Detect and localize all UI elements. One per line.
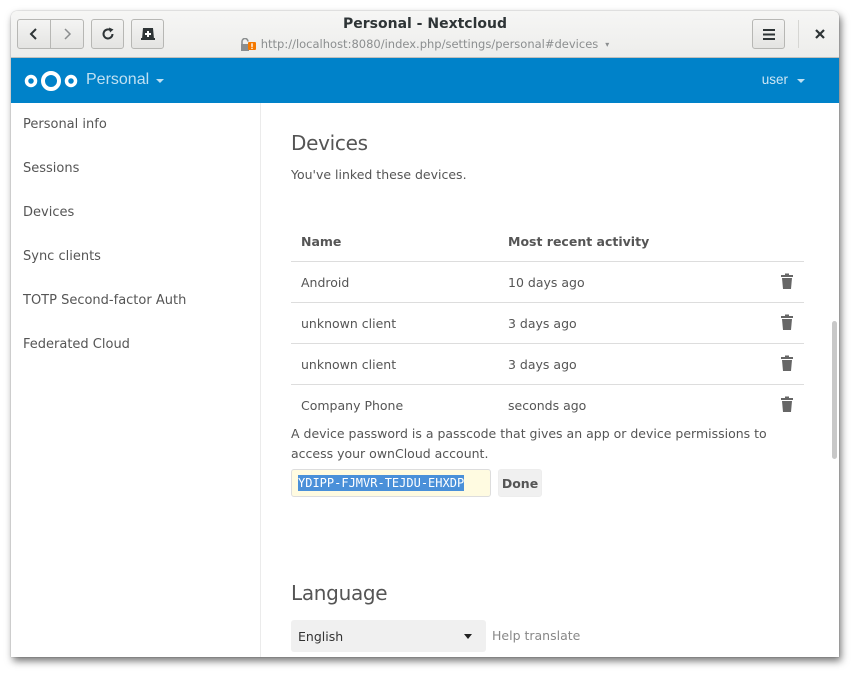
device-password-explanation: A device password is a passcode that giv… xyxy=(291,426,767,461)
caret-down-icon xyxy=(156,79,165,83)
close-window-button[interactable] xyxy=(805,19,835,49)
devices-description: You've linked these devices. xyxy=(291,167,467,182)
settings-sidebar: Personal info Sessions Devices Sync clie… xyxy=(11,103,261,657)
table-header-row: Name Most recent activity xyxy=(291,221,804,262)
device-name: unknown client xyxy=(291,343,498,385)
device-activity: 3 days ago xyxy=(498,302,760,344)
trash-icon[interactable] xyxy=(780,396,794,412)
language-title: Language xyxy=(291,581,388,605)
language-selected: English xyxy=(298,628,344,644)
nextcloud-header: Personal user xyxy=(11,58,839,103)
table-row: unknown client 3 days ago xyxy=(291,343,804,385)
device-name: Company Phone xyxy=(301,397,404,413)
column-header-name: Name xyxy=(291,221,498,262)
title-bar: Personal - Nextcloud http://localhost:80… xyxy=(11,11,839,58)
done-button[interactable]: Done xyxy=(498,469,542,497)
caret-down-icon xyxy=(797,78,805,83)
table-row: Company Phone seconds ago xyxy=(291,385,804,426)
table-row: Android 10 days ago xyxy=(291,261,804,303)
devices-title: Devices xyxy=(291,131,368,155)
close-icon xyxy=(815,29,825,39)
table-row: unknown client 3 days ago xyxy=(291,302,804,344)
nextcloud-logo-icon[interactable] xyxy=(24,69,78,93)
column-header-activity: Most recent activity xyxy=(498,221,760,262)
window-title: Personal - Nextcloud xyxy=(342,16,508,32)
delete-cell xyxy=(760,343,804,385)
sidebar-item-federated-cloud[interactable]: Federated Cloud xyxy=(11,323,260,367)
sidebar-item-devices[interactable]: Devices xyxy=(11,191,260,235)
hamburger-icon xyxy=(762,28,775,40)
trash-icon[interactable] xyxy=(780,273,794,289)
page-scrollbar[interactable] xyxy=(832,321,837,459)
language-select[interactable]: English xyxy=(291,620,486,652)
device-name: Android xyxy=(291,261,498,303)
delete-cell xyxy=(760,385,804,426)
device-activity: seconds ago xyxy=(508,397,587,413)
devices-table: Name Most recent activity Android 10 day… xyxy=(291,221,804,425)
browser-menu-button[interactable] xyxy=(752,19,785,49)
app-menu[interactable]: Personal xyxy=(86,71,165,89)
app-name: Personal xyxy=(86,71,150,88)
sidebar-item-totp[interactable]: TOTP Second-factor Auth xyxy=(11,279,260,323)
delete-cell xyxy=(760,302,804,344)
device-token-value: YDIPP-FJMVR-TEJDU-EHXDP xyxy=(298,475,465,491)
device-activity: 10 days ago xyxy=(498,261,760,303)
user-name: user xyxy=(761,72,788,87)
help-translate-link[interactable]: Help translate xyxy=(492,628,580,643)
sidebar-item-personal-info[interactable]: Personal info xyxy=(11,103,260,147)
sidebar-item-sessions[interactable]: Sessions xyxy=(11,147,260,191)
sidebar-item-sync-clients[interactable]: Sync clients xyxy=(11,235,260,279)
dropdown-arrow-icon xyxy=(464,634,472,639)
url-text: http://localhost:8080/index.php/settings… xyxy=(260,37,599,51)
url-dropdown-icon[interactable]: ▾ xyxy=(605,40,609,49)
device-token-field[interactable]: YDIPP-FJMVR-TEJDU-EHXDP xyxy=(291,469,491,497)
trash-icon[interactable] xyxy=(780,355,794,371)
device-name: unknown client xyxy=(291,302,498,344)
delete-cell xyxy=(760,261,804,303)
trash-icon[interactable] xyxy=(780,314,794,330)
settings-content: Devices You've linked these devices. Nam… xyxy=(261,103,839,657)
titlebar-separator xyxy=(798,20,799,48)
device-activity: 3 days ago xyxy=(498,343,760,385)
insecure-lock-icon xyxy=(240,37,257,51)
browser-window: Personal - Nextcloud http://localhost:80… xyxy=(11,11,839,657)
user-menu[interactable]: user xyxy=(762,72,805,87)
url-bar[interactable]: http://localhost:8080/index.php/settings… xyxy=(11,37,839,51)
column-header-actions xyxy=(760,221,804,262)
